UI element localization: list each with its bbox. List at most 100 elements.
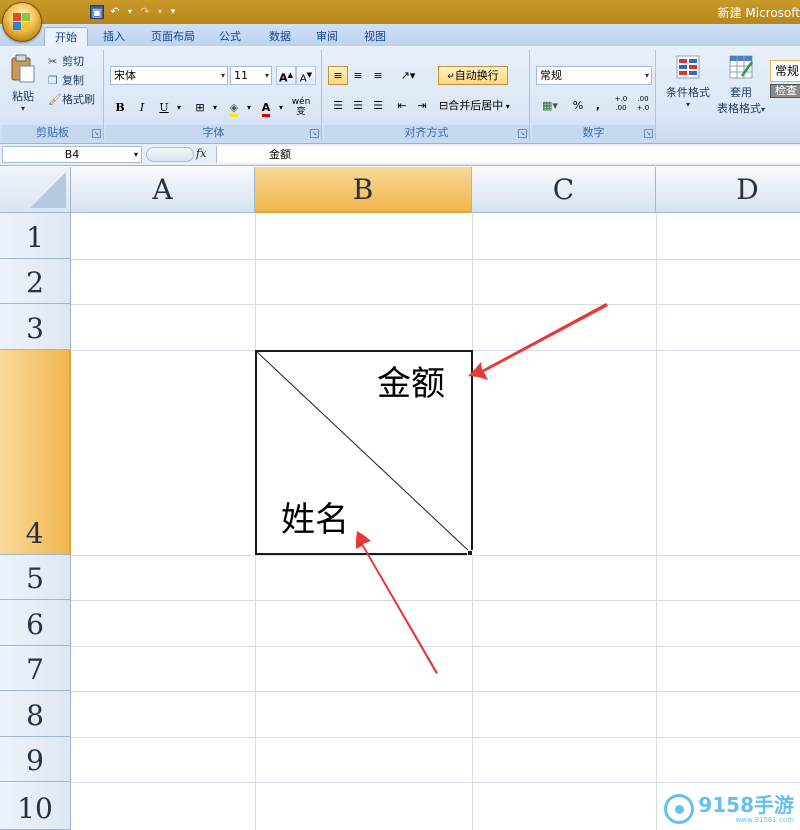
clipboard-launcher-icon[interactable]: ↘ (92, 129, 101, 138)
cut-button[interactable]: ✂ 剪切 (48, 54, 84, 70)
align-bottom-icon: ≡ (373, 69, 383, 82)
align-middle-icon: ≡ (353, 69, 363, 82)
align-top-button[interactable]: ≡ (328, 66, 348, 85)
grow-font-button[interactable]: A▲ (276, 66, 296, 85)
redo-dropdown-icon[interactable]: ▾ (156, 5, 164, 19)
save-icon[interactable]: ▣ (90, 5, 104, 19)
align-right-icon: ☰ (373, 99, 383, 112)
comma-button[interactable]: , (588, 96, 608, 115)
paste-dropdown-icon[interactable]: ▾ (8, 105, 38, 113)
percent-button[interactable]: % (568, 96, 588, 115)
fill-color-dropdown-icon[interactable]: ▾ (244, 98, 254, 117)
align-middle-button[interactable]: ≡ (348, 66, 368, 85)
shrink-font-button[interactable]: A▼ (296, 66, 316, 85)
worksheet-grid: A B C D 1 2 3 4 5 6 7 8 9 10 金额 姓名 9158手… (0, 167, 800, 830)
increase-indent-icon: ⇥ (417, 99, 427, 112)
font-launcher-icon[interactable]: ↘ (310, 129, 319, 138)
copy-button[interactable]: ❐ 复制 (48, 73, 84, 89)
tab-review[interactable]: 审阅 (309, 27, 345, 46)
merge-dropdown-icon[interactable]: ▾ (503, 102, 510, 111)
redo-icon[interactable]: ↷ (138, 5, 152, 19)
paste-button[interactable]: 粘贴 ▾ (8, 54, 38, 113)
align-center-button[interactable]: ☰ (348, 96, 368, 115)
table-format-dropdown-icon[interactable]: ▾ (761, 105, 765, 114)
number-format-dropdown-icon[interactable]: ▾ (645, 67, 649, 84)
font-size-combo[interactable]: 11 ▾ (230, 66, 272, 85)
formula-input[interactable]: 金额 (216, 146, 800, 163)
style-normal-cell[interactable]: 常规 (770, 60, 800, 82)
border-dropdown-icon[interactable]: ▾ (210, 98, 220, 117)
tab-home[interactable]: 开始 (44, 27, 88, 46)
conditional-format-icon (676, 55, 700, 79)
wrap-text-button[interactable]: ↵自动换行 (438, 66, 508, 85)
decrease-decimal-button[interactable]: .00 +.0 (632, 94, 654, 113)
arrow-to-amount (468, 303, 608, 380)
scissors-icon: ✂ (48, 55, 58, 68)
align-center-icon: ☰ (353, 99, 363, 112)
name-box-dropdown-icon[interactable]: ▾ (134, 147, 138, 162)
bold-button[interactable]: B (110, 98, 130, 117)
tab-formulas[interactable]: 公式 (212, 27, 248, 46)
font-color-dropdown-icon[interactable]: ▾ (276, 98, 286, 117)
quick-access-toolbar: ▣ ↶ ▾ ↷ ▾ ▾ (46, 3, 178, 21)
alignment-group-label: 对齐方式 (324, 125, 529, 140)
watermark-logo-icon (664, 794, 695, 824)
undo-icon[interactable]: ↶ (108, 5, 122, 19)
annotation-arrows (356, 303, 608, 674)
copy-icon: ❐ (48, 74, 58, 87)
number-group: 常规 ▾ ▦▾ % , +.0 .00 .00 +.0 数字 ↘ (532, 50, 656, 140)
align-top-icon: ≡ (333, 69, 343, 82)
increase-indent-button[interactable]: ⇥ (412, 96, 432, 115)
font-size-dropdown-icon[interactable]: ▾ (265, 67, 269, 84)
tab-insert[interactable]: 插入 (96, 27, 132, 46)
ribbon-tabs: 开始 插入 页面布局 公式 数据 审阅 视图 (0, 24, 800, 46)
border-button[interactable]: ⊞ (190, 98, 210, 117)
conditional-format-button[interactable]: 条件格式 ▾ (662, 54, 714, 109)
align-bottom-button[interactable]: ≡ (368, 66, 388, 85)
italic-button[interactable]: I (132, 98, 152, 117)
format-as-table-button[interactable]: 套用 表格格式▾ (714, 54, 768, 118)
table-format-icon (729, 55, 754, 79)
align-right-button[interactable]: ☰ (368, 96, 388, 115)
name-box[interactable]: B4 ▾ (2, 146, 142, 163)
fill-color-button[interactable]: ◈ (224, 98, 244, 117)
number-launcher-icon[interactable]: ↘ (644, 129, 653, 138)
conditional-format-dropdown-icon[interactable]: ▾ (662, 101, 714, 109)
alignment-group: ≡ ≡ ≡ ↗▾ ↵自动换行 ☰ ☰ ☰ ⇤ ⇥ ⊟合并后居中 ▾ 对齐方式 ↘ (324, 50, 530, 140)
font-name-dropdown-icon[interactable]: ▾ (221, 67, 225, 84)
window-title: 新建 Microsoft (717, 6, 800, 20)
alignment-launcher-icon[interactable]: ↘ (518, 129, 527, 138)
font-color-button[interactable]: A (256, 98, 276, 117)
number-format-combo[interactable]: 常规 ▾ (536, 66, 652, 85)
customize-qat-icon[interactable]: ▾ (168, 5, 178, 19)
font-color-icon: A (261, 101, 271, 117)
tab-view[interactable]: 视图 (357, 27, 393, 46)
watermark-text: 9158手游 (698, 793, 794, 817)
formula-bar-expander[interactable] (146, 147, 194, 162)
decrease-indent-icon: ⇤ (397, 99, 407, 112)
formula-bar: B4 ▾ fx 金额 (0, 144, 800, 166)
align-left-button[interactable]: ☰ (328, 96, 348, 115)
phonetic-button[interactable]: wén 变 (288, 96, 314, 117)
wrap-text-icon: ↵ (447, 72, 455, 82)
insert-function-icon[interactable]: fx (196, 147, 206, 160)
underline-dropdown-icon[interactable]: ▾ (174, 98, 184, 117)
paste-icon (11, 54, 35, 83)
font-name-combo[interactable]: 宋体 ▾ (110, 66, 228, 85)
office-logo-icon (13, 13, 31, 31)
tab-page-layout[interactable]: 页面布局 (144, 27, 202, 46)
format-painter-button[interactable]: 🖌格式刷 (48, 92, 95, 108)
brush-icon: 🖌 (48, 93, 62, 106)
accounting-format-button[interactable]: ▦▾ (536, 96, 564, 115)
undo-dropdown-icon[interactable]: ▾ (126, 5, 134, 19)
font-group-label: 字体 (106, 125, 321, 140)
tab-data[interactable]: 数据 (262, 27, 298, 46)
orientation-button[interactable]: ↗▾ (394, 66, 422, 85)
increase-decimal-button[interactable]: +.0 .00 (610, 94, 632, 113)
underline-button[interactable]: U (154, 98, 174, 117)
style-check-cell[interactable]: 检查 (770, 84, 800, 98)
office-button[interactable] (2, 2, 42, 42)
merge-center-button[interactable]: ⊟合并后居中 ▾ (438, 96, 524, 115)
clipboard-group: 粘贴 ▾ ✂ 剪切 ❐ 复制 🖌格式刷 剪贴板 ↘ (2, 50, 104, 140)
decrease-indent-button[interactable]: ⇤ (392, 96, 412, 115)
